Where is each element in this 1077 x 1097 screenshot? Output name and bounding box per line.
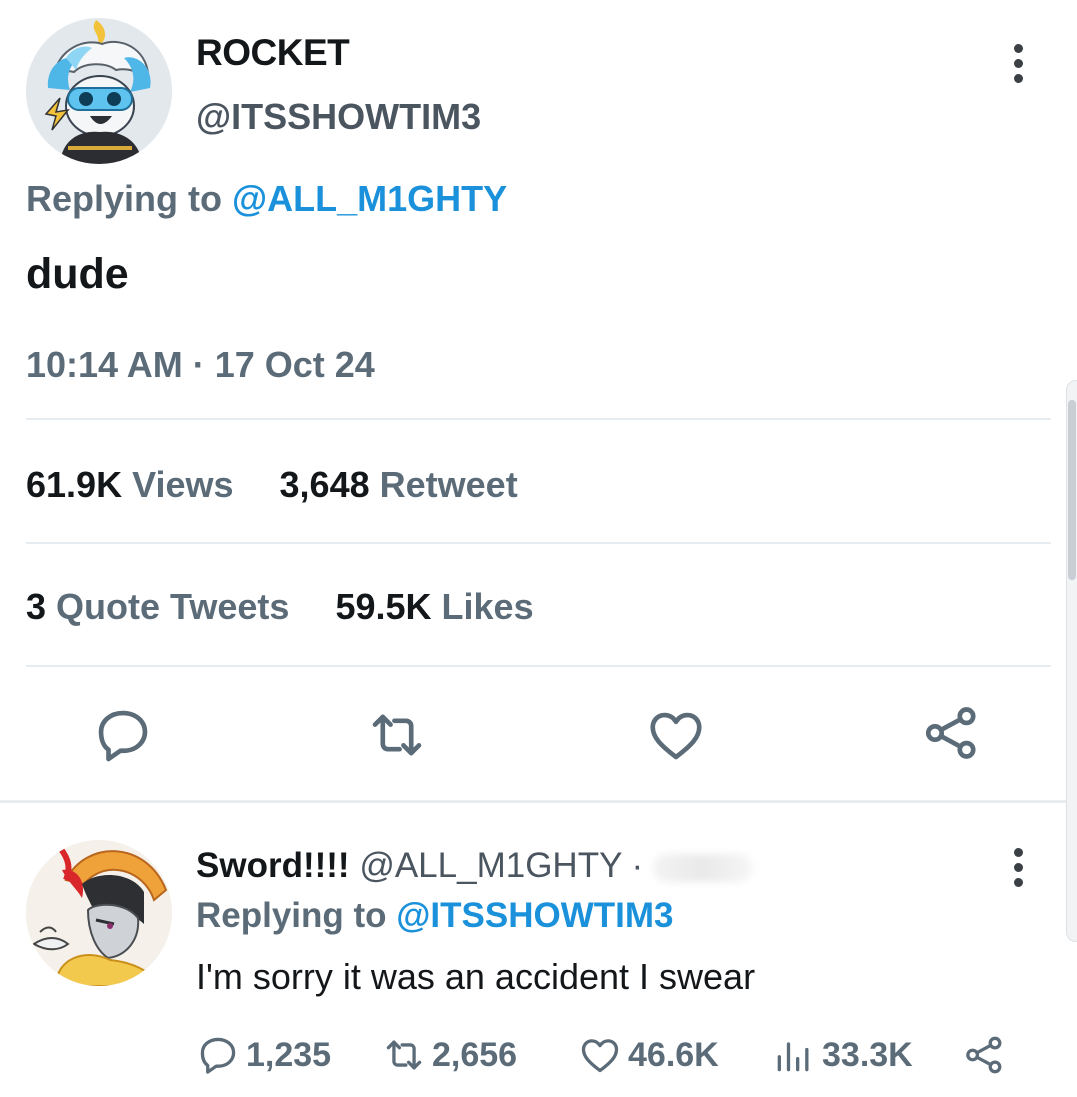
retweet-icon: [386, 1040, 422, 1070]
reply-replies-count: 1,235: [246, 1035, 332, 1074]
replying-handle-link[interactable]: @ALL_M1GHTY: [232, 178, 507, 219]
reply-replying-to-line: Replying to @ITSSHOWTIM3: [196, 896, 673, 936]
reply-more-options-icon[interactable]: [1000, 848, 1036, 898]
reply-action-bar: 1,235 2,656 46.6K 33.3K: [196, 1030, 1012, 1080]
tweet-timestamp[interactable]: 10:14 AM · 17 Oct 24: [26, 344, 375, 386]
stats-row-2: 3 Quote Tweets 59.5K Likes: [26, 586, 570, 628]
user-handle[interactable]: @ITSSHOWTIM3: [196, 96, 481, 138]
reply-icon[interactable]: [92, 704, 154, 766]
section-divider: [0, 800, 1077, 803]
views-label: Views: [132, 464, 234, 505]
replying-to-line: Replying to @ALL_M1GHTY: [26, 178, 507, 220]
share-icon[interactable]: [920, 702, 982, 764]
reply-icon: [200, 1037, 236, 1074]
retweets-label: Retweet: [379, 464, 518, 505]
retweet-icon[interactable]: [366, 704, 428, 766]
divider: [26, 665, 1051, 667]
display-name[interactable]: ROCKET: [196, 32, 350, 74]
reply-views-action[interactable]: 33.3K: [772, 1033, 962, 1077]
views-count: 61.9K: [26, 464, 123, 505]
retweets-stat[interactable]: 3,648 Retweet: [280, 464, 554, 505]
views-stat: 61.9K Views: [26, 464, 280, 505]
avatar-reply-image: [26, 840, 172, 986]
reply-share-action[interactable]: [962, 1033, 1012, 1077]
reply-user-handle[interactable]: @ALL_M1GHTY ·: [359, 846, 643, 885]
quotes-label: Quote Tweets: [56, 586, 290, 627]
reply-text: I'm sorry it was an accident I swear: [196, 956, 756, 997]
divider: [26, 418, 1051, 420]
reply-likes-count: 46.6K: [628, 1035, 719, 1074]
more-options-icon[interactable]: [1000, 44, 1036, 94]
reply-header: Sword!!!! @ALL_M1GHTY ·: [196, 846, 753, 886]
scrollbar-thumb[interactable]: [1068, 400, 1076, 580]
avatar-main[interactable]: [26, 18, 172, 164]
likes-label: Likes: [441, 586, 534, 627]
reply-likes-action[interactable]: 46.6K: [578, 1033, 772, 1077]
quotes-count: 3: [26, 586, 47, 627]
reply-retweets-count: 2,656: [432, 1035, 518, 1074]
reply-views-count: 33.3K: [822, 1035, 913, 1074]
reply-replying-prefix: Replying to: [196, 896, 387, 935]
like-icon[interactable]: [645, 704, 707, 766]
reply-replying-handle-link[interactable]: @ITSSHOWTIM3: [396, 896, 673, 935]
likes-count: 59.5K: [335, 586, 432, 627]
retweets-count: 3,648: [279, 464, 370, 505]
replying-prefix: Replying to: [26, 178, 222, 219]
avatar-main-image: [26, 18, 172, 164]
views-icon: [777, 1042, 809, 1072]
avatar-reply[interactable]: [26, 840, 172, 986]
redacted-timestamp: [652, 853, 753, 882]
like-icon: [581, 1039, 619, 1073]
tweet-text: dude: [26, 250, 129, 298]
likes-stat[interactable]: 59.5K Likes: [335, 586, 569, 627]
divider: [26, 542, 1051, 544]
reply-retweets-action[interactable]: 2,656: [382, 1033, 578, 1077]
reply-display-name[interactable]: Sword!!!!: [196, 846, 350, 885]
share-icon: [966, 1036, 1002, 1074]
reply-replies-action[interactable]: 1,235: [196, 1033, 382, 1077]
stats-row-1: 61.9K Views 3,648 Retweet: [26, 464, 554, 506]
quotes-stat[interactable]: 3 Quote Tweets: [26, 586, 335, 627]
